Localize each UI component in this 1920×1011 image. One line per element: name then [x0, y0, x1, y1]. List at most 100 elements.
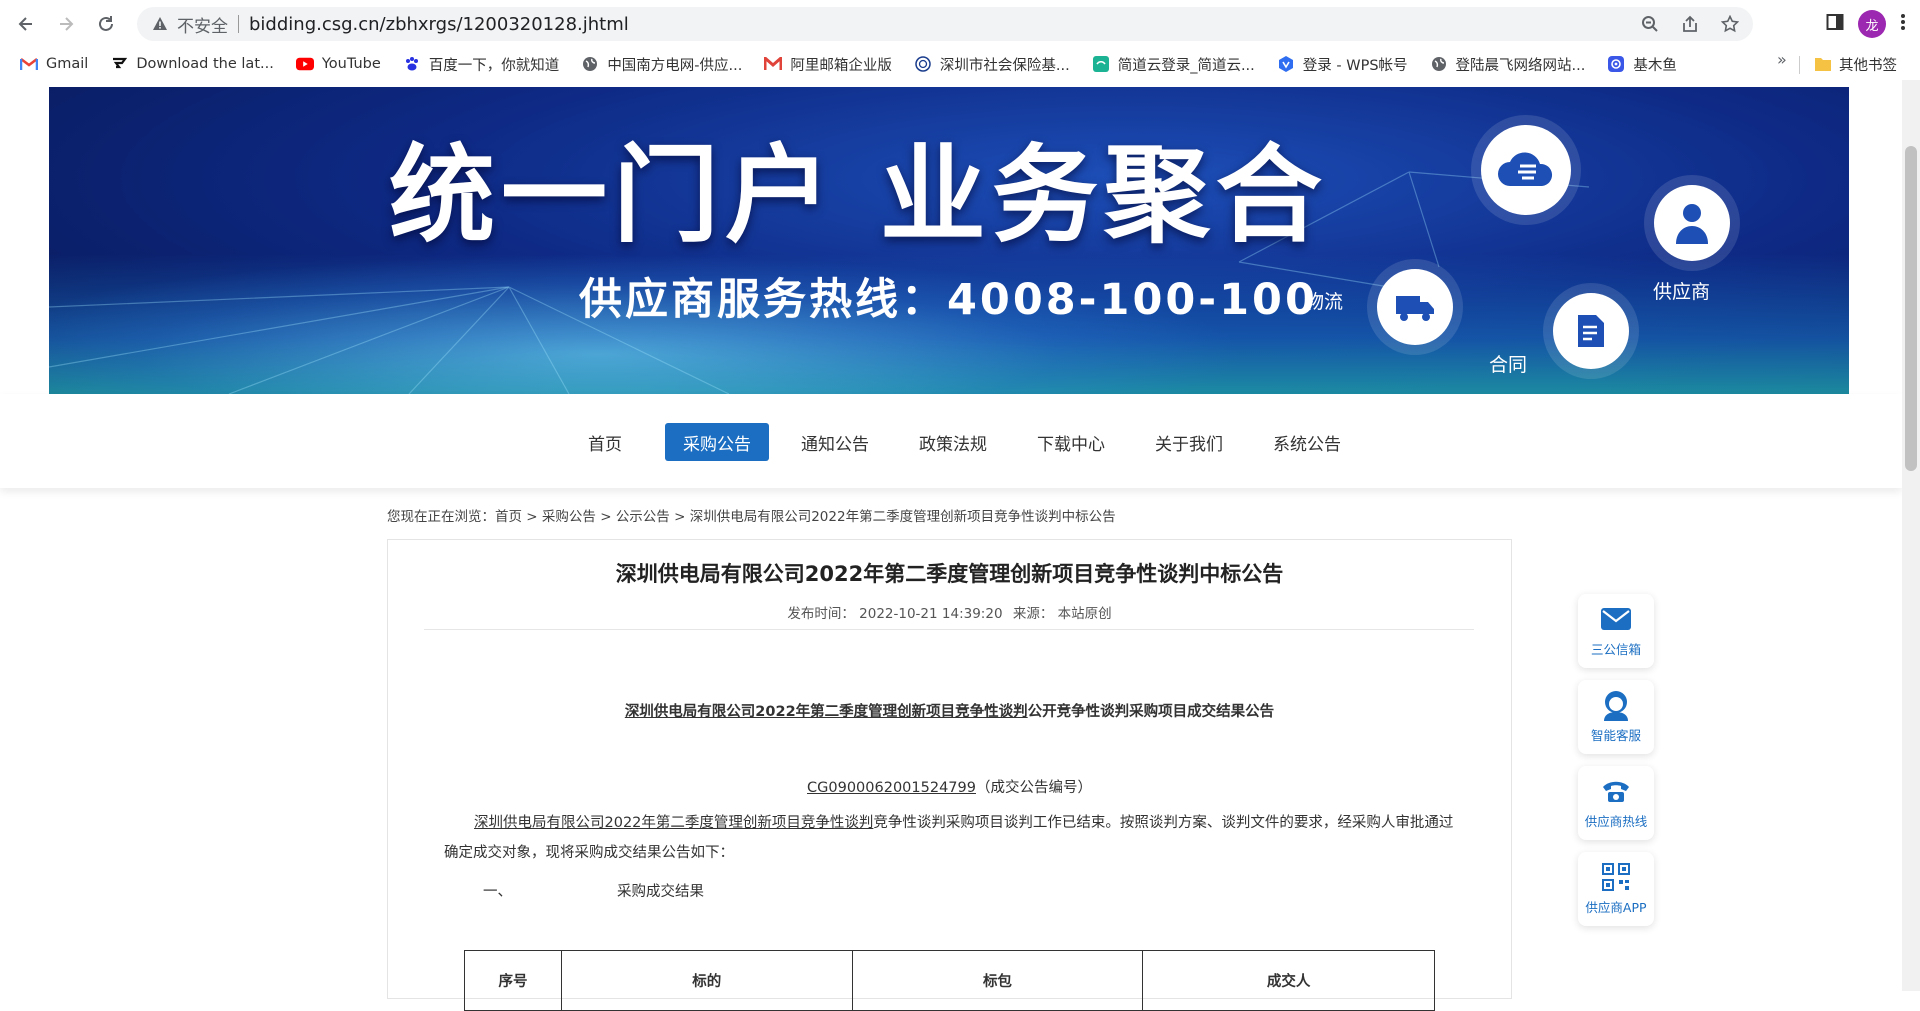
bookmark-star-icon[interactable] [1719, 13, 1741, 35]
source-label: 来源： [1012, 606, 1054, 622]
address-separator [238, 15, 239, 33]
col-header-subject: 标的 [560, 950, 853, 1011]
subtitle-project-name: 深圳供电局有限公司2022年第二季度管理创新项目竞争性谈判 [624, 704, 1028, 720]
bookmark-wps[interactable]: 登录 - WPS帐号 [1269, 50, 1416, 78]
warning-icon[interactable] [151, 15, 169, 33]
article-title: 深圳供电局有限公司2022年第二季度管理创新项目竞争性谈判中标公告 [615, 562, 1284, 586]
customer-service-icon [1601, 690, 1631, 721]
article-divider [424, 629, 1474, 630]
breadcrumb-item-home[interactable]: 首页 [495, 509, 522, 525]
tool-label: 供应商APP [1585, 900, 1647, 915]
back-arrow-icon [18, 17, 32, 31]
scrollbar-thumb[interactable] [1905, 146, 1917, 471]
floating-toolbar: 三公信箱 智能客服 供应商热线 供应商APP [1578, 594, 1654, 938]
bookmark-label: 基木鱼 [1633, 57, 1677, 74]
share-icon[interactable] [1679, 13, 1701, 35]
reload-button[interactable] [88, 6, 124, 42]
gmail-icon [20, 55, 38, 73]
nav-item-download[interactable]: 下载中心 [1019, 423, 1123, 461]
breadcrumb-item-public[interactable]: 公示公告 [616, 509, 670, 525]
side-panel-icon[interactable] [1826, 13, 1844, 35]
contract-doc-icon [1578, 315, 1604, 347]
truck-icon [1396, 296, 1434, 321]
bookmark-chenfei[interactable]: 登陆晨飞网络网站... [1422, 50, 1594, 78]
col-header-index: 序号 [464, 950, 562, 1011]
bookmark-jimuyu[interactable]: 基木鱼 [1599, 50, 1685, 78]
cloud-icon [1498, 152, 1553, 186]
baidu-icon [403, 55, 421, 73]
bookmark-label: 登陆晨飞网络网站... [1455, 57, 1586, 74]
breadcrumb: 您现在正在浏览：首页 > 采购公告 > 公示公告 > 深圳供电局有限公司2022… [387, 505, 1116, 525]
qrcode-icon [1601, 862, 1631, 892]
bookmark-gmail[interactable]: Gmail [12, 50, 96, 78]
tool-hotline[interactable]: 供应商热线 [1578, 766, 1654, 840]
address-bar[interactable]: 不安全 bidding.csg.cn/zbhxrgs/1200320128.jh… [137, 7, 1753, 41]
cloud-circle [1481, 125, 1571, 215]
wps-icon [1277, 55, 1295, 73]
globe-icon [581, 55, 599, 73]
bookmark-label: 深圳市社会保险基... [939, 57, 1070, 74]
bookmark-label: 其他书签 [1839, 57, 1897, 74]
announcement-code: CG0900062001524799（成交公告编号） [388, 776, 1511, 797]
breadcrumb-item-current: 深圳供电局有限公司2022年第二季度管理创新项目竞争性谈判中标公告 [689, 509, 1116, 525]
mail-icon [764, 55, 783, 73]
banner-title: 统一门户 业务聚合 [389, 134, 1328, 257]
reload-icon [99, 16, 113, 31]
back-button[interactable] [8, 6, 44, 42]
breadcrumb-item-procurement[interactable]: 采购公告 [542, 509, 596, 525]
nav-item-notices[interactable]: 通知公告 [783, 423, 887, 461]
section-heading: 一、 采购成交结果 [483, 880, 704, 901]
banner-label-logistics: 物流 [1305, 291, 1344, 313]
bookmark-shebao[interactable]: 深圳市社会保险基... [906, 50, 1078, 78]
nav-item-procurement[interactable]: 采购公告 [665, 423, 769, 461]
bookmark-label: YouTube [321, 56, 381, 72]
phone-icon [1601, 776, 1631, 806]
bookmark-download[interactable]: Download the lat... [102, 50, 282, 78]
bookmark-youtube[interactable]: YouTube [288, 50, 389, 78]
forward-arrow-icon [60, 17, 74, 31]
youtube-icon [295, 55, 314, 73]
bookmark-other-folder[interactable]: 其他书签 [1815, 50, 1897, 78]
tool-app[interactable]: 供应商APP [1578, 852, 1654, 926]
article-paragraph: 深圳供电局有限公司2022年第二季度管理创新项目竞争性谈判竞争性谈判采购项目谈判… [444, 808, 1454, 868]
bookmark-label: 中国南方电网-供应... [607, 57, 743, 74]
security-label[interactable]: 不安全 [177, 12, 228, 37]
page-scrollbar[interactable] [1902, 80, 1920, 991]
subtitle-rest: 公开竞争性谈判采购项目成交结果公告 [1027, 704, 1275, 720]
nav-item-policy[interactable]: 政策法规 [901, 423, 1005, 461]
bookmark-label: Gmail [46, 56, 89, 72]
url-text[interactable]: bidding.csg.cn/zbhxrgs/1200320128.jhtml [249, 14, 629, 35]
bookmark-baidu[interactable]: 百度一下，你就知道 [395, 50, 568, 78]
profile-avatar[interactable]: 龙 [1858, 10, 1886, 38]
forward-button[interactable] [48, 6, 84, 42]
col-header-package: 标包 [851, 950, 1144, 1011]
paragraph-project-name: 深圳供电局有限公司2022年第二季度管理创新项目竞争性谈判 [474, 815, 874, 831]
article-subtitle: 深圳供电局有限公司2022年第二季度管理创新项目竞争性谈判公开竞争性谈判采购项目… [388, 700, 1511, 721]
bookmarks-bar: Gmail Download the lat... YouTube 百度一下，你… [0, 48, 1920, 80]
nav-item-home[interactable]: 首页 [570, 423, 640, 461]
bookmarks-divider [1799, 56, 1800, 74]
contract-circle [1553, 293, 1629, 369]
shield-icon [914, 55, 932, 73]
publish-label: 发布时间： [787, 606, 855, 622]
tool-customer-service[interactable]: 智能客服 [1578, 680, 1654, 754]
publish-time: 2022-10-21 14:39:20 [859, 606, 1003, 622]
menu-kebab-icon[interactable] [1900, 13, 1906, 35]
bookmark-alimail[interactable]: 阿里邮箱企业版 [756, 50, 900, 78]
download-icon [110, 55, 128, 73]
bookmark-csg[interactable]: 中国南方电网-供应... [573, 50, 750, 78]
bookmark-jiandaoyun[interactable]: 简道云登录_简道云... [1084, 50, 1263, 78]
banner-label-contract: 合同 [1489, 354, 1528, 376]
bookmark-label: 登录 - WPS帐号 [1302, 57, 1408, 74]
tool-mailbox[interactable]: 三公信箱 [1578, 594, 1654, 668]
bookmarks-overflow-icon[interactable]: » [1777, 50, 1787, 69]
bookmark-label: 简道云登录_简道云... [1117, 57, 1255, 74]
nav-item-system[interactable]: 系统公告 [1255, 423, 1359, 461]
hero-banner: 统一门户 业务聚合 供应商服务热线：4008-100-100 物流 合同 供应商 [49, 87, 1849, 394]
nav-item-about[interactable]: 关于我们 [1137, 423, 1241, 461]
table-header-row: 序号 标的 标包 成交人 [464, 950, 1435, 1011]
bookmark-label: Download the lat... [136, 56, 274, 72]
tool-label: 供应商热线 [1584, 814, 1648, 829]
zoom-icon[interactable] [1639, 13, 1661, 35]
result-table: 序号 标的 标包 成交人 [464, 950, 1435, 1011]
